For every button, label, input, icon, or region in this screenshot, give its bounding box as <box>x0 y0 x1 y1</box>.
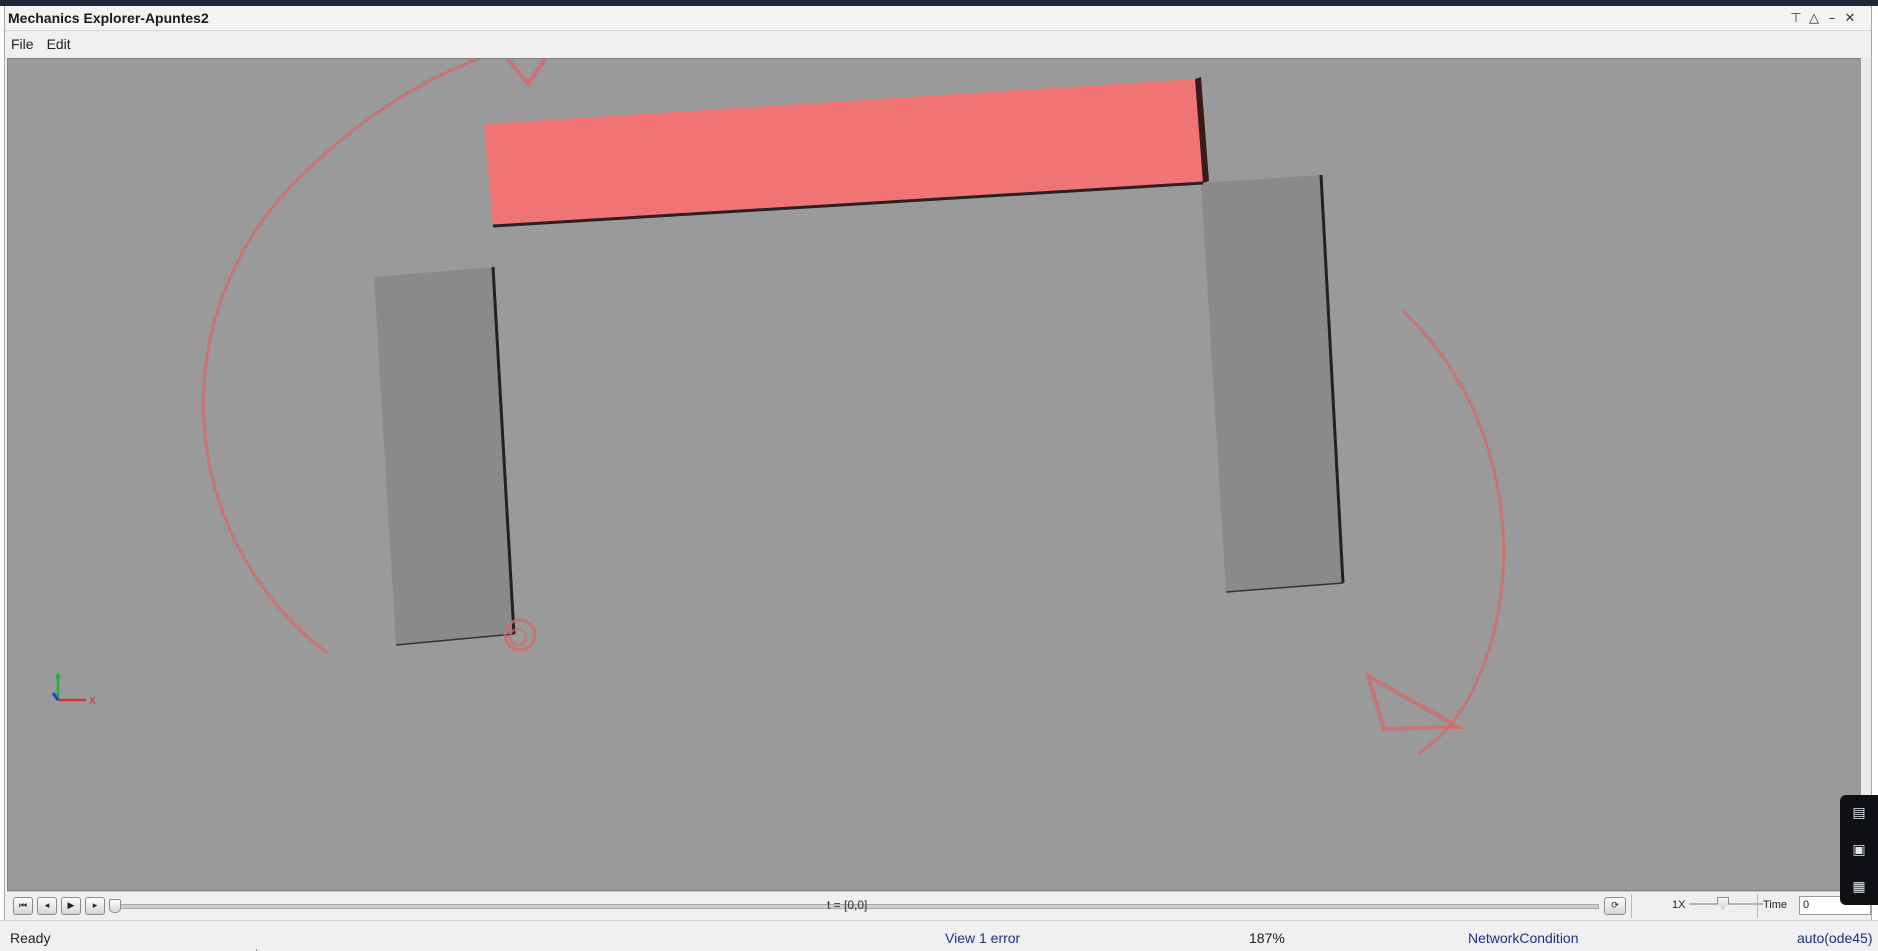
play-icon[interactable]: ▶ <box>61 897 81 915</box>
timeline-slider-thumb[interactable] <box>109 899 121 913</box>
left-link-body <box>374 267 514 645</box>
menu-edit[interactable]: Edit <box>41 31 78 58</box>
menu-bar: File Edit <box>5 31 1871 58</box>
3d-viewport[interactable]: X <box>7 58 1871 891</box>
status-ready: Ready <box>10 930 51 946</box>
playback-bar: ⏮ ◂ ▶ ▸ t = [0,0] ⟳ 1X Time 0 <box>7 891 1871 920</box>
step-back-icon[interactable]: ◂ <box>37 897 57 915</box>
right-link-body <box>1201 175 1343 592</box>
speed-label: 1X <box>1672 899 1686 911</box>
x-axis-label: X <box>89 696 96 707</box>
status-solver-link[interactable]: auto(ode45) <box>1797 930 1873 946</box>
time-label: Time <box>1763 899 1788 911</box>
time-readout: t = [0,0] <box>827 898 868 912</box>
status-network-link[interactable]: NetworkCondition <box>1468 930 1579 946</box>
window-controls: ⊤ △ – ✕ <box>1789 9 1857 27</box>
speed-slider-thumb[interactable] <box>1717 897 1729 909</box>
pin-icon[interactable]: ⊤ <box>1789 10 1803 26</box>
close-icon[interactable]: ✕ <box>1843 10 1857 26</box>
divider <box>1757 894 1758 918</box>
divider <box>1631 894 1632 918</box>
rotation-annotation-right <box>1401 309 1506 756</box>
pivot-annotation-inner <box>509 628 527 646</box>
scene-canvas[interactable]: X <box>8 59 1870 890</box>
side-panel-edge <box>1861 58 1871 898</box>
arrowhead-annotation-top <box>505 59 548 88</box>
title-bar: Mechanics Explorer-Apuntes2 ⊤ △ – ✕ <box>5 6 1871 31</box>
restore-icon[interactable]: △ <box>1807 10 1821 26</box>
skip-to-start-icon[interactable]: ⏮ <box>13 897 33 915</box>
menu-file[interactable]: File <box>5 31 41 58</box>
window-title: Mechanics Explorer-Apuntes2 <box>8 10 209 26</box>
minimize-icon[interactable]: – <box>1825 10 1839 26</box>
step-forward-icon[interactable]: ▸ <box>85 897 105 915</box>
camera-icon[interactable]: ▣ <box>1850 841 1868 859</box>
layout-icon[interactable]: ▦ <box>1850 878 1868 896</box>
loop-icon[interactable]: ⟳ <box>1604 897 1626 915</box>
side-toolbar: ▤ ▣ ▦ <box>1840 795 1878 905</box>
print-icon[interactable]: ▤ <box>1850 804 1868 822</box>
mechanics-explorer-window: Mechanics Explorer-Apuntes2 ⊤ △ – ✕ File… <box>4 6 1872 950</box>
status-bar: Ready View 1 error 187% NetworkCondition… <box>0 920 1878 951</box>
status-zoom: 187% <box>1249 930 1285 946</box>
axis-triad: X <box>51 672 96 707</box>
status-error-link[interactable]: View 1 error <box>945 930 1020 946</box>
arrowhead-annotation-bottom <box>1364 671 1466 732</box>
